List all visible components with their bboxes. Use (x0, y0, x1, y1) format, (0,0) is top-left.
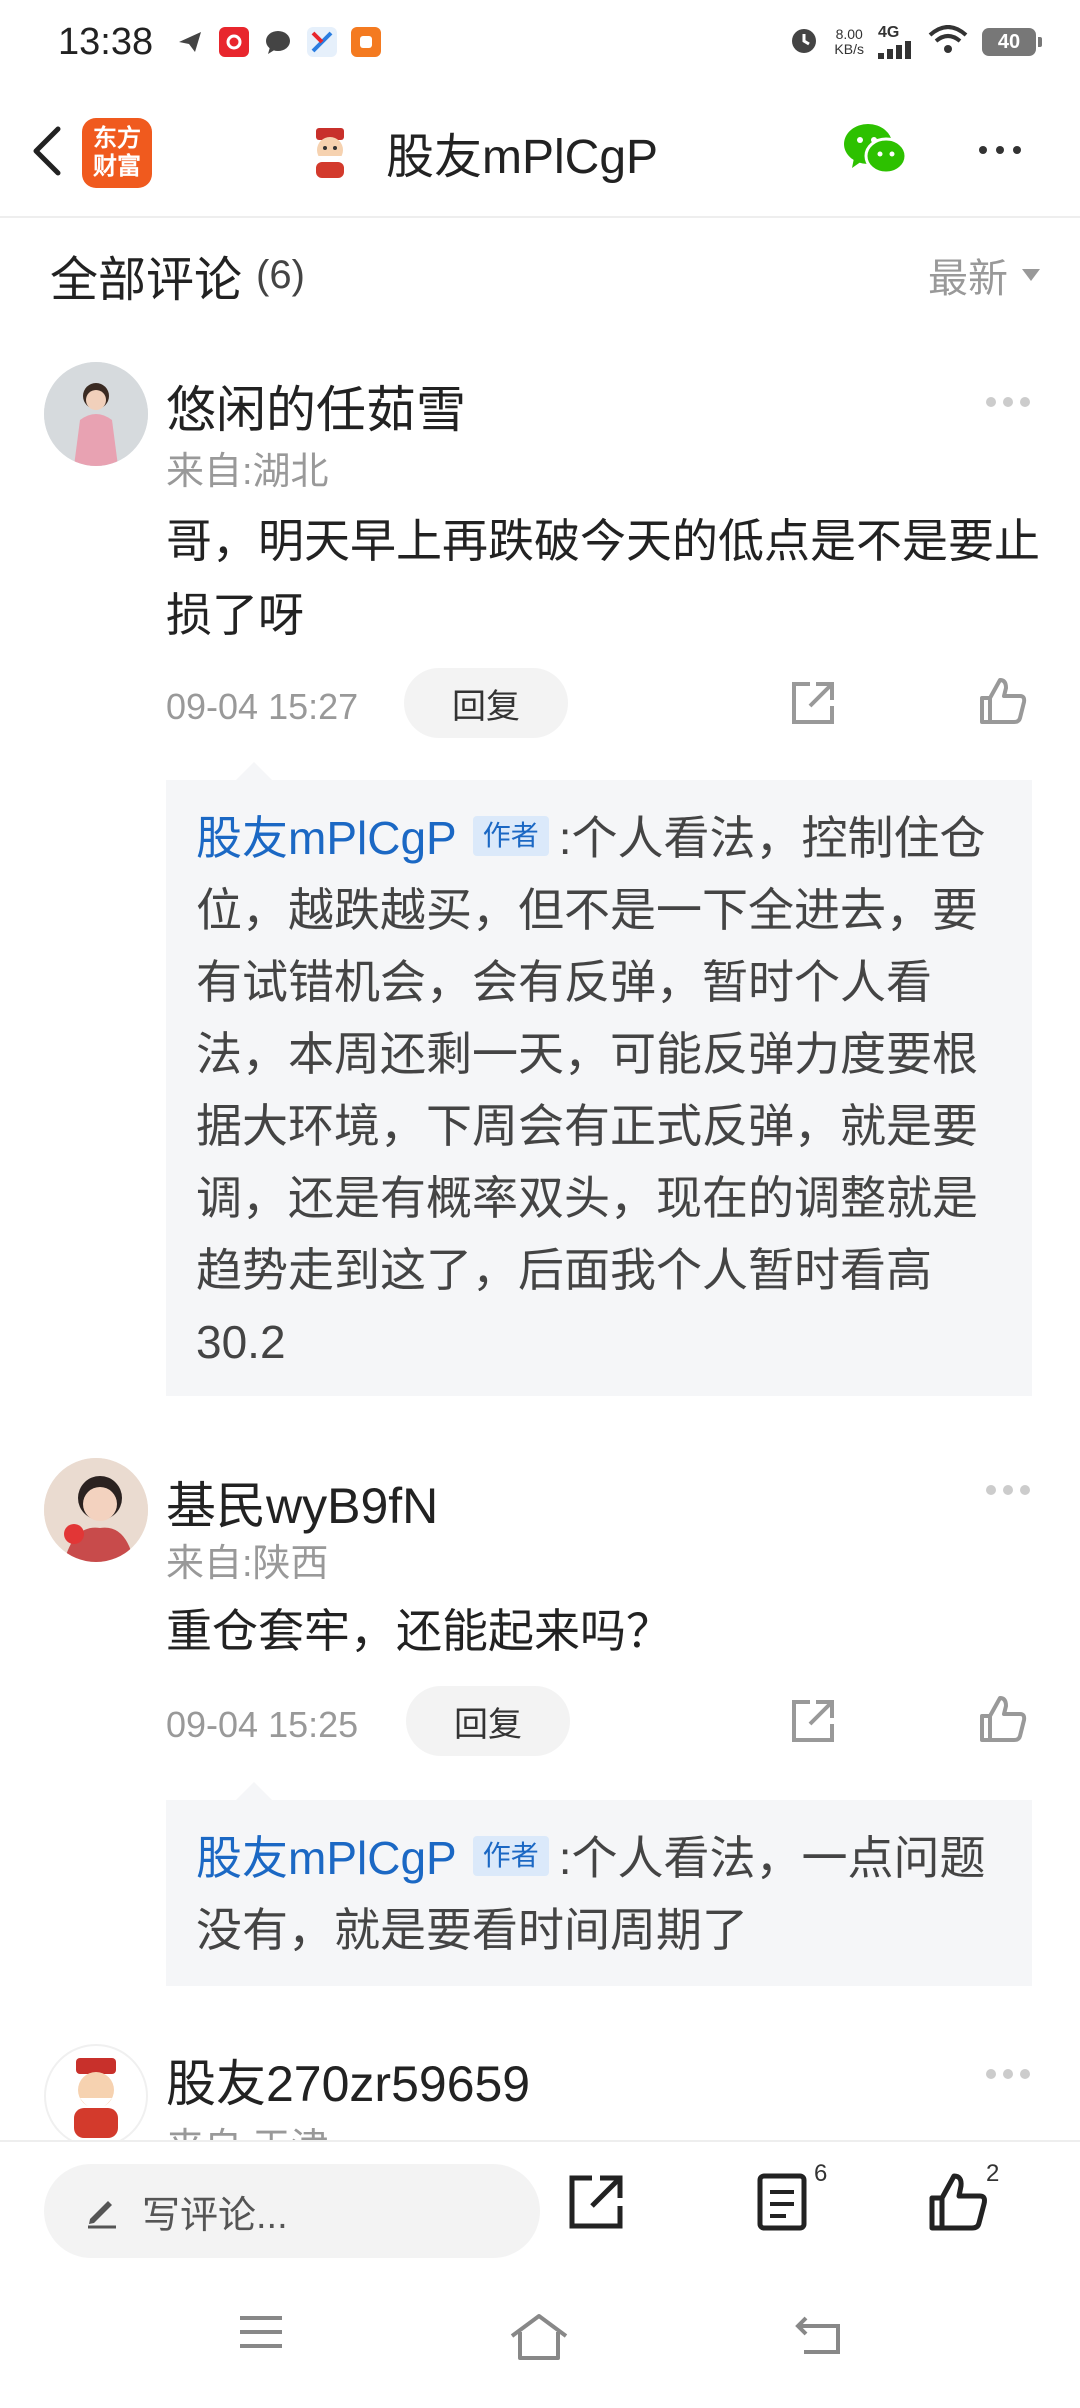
chat-bubble-icon (263, 27, 293, 57)
share-button[interactable] (788, 678, 838, 728)
commenter-location: 来自:湖北 (166, 451, 329, 493)
caret-down-icon (1022, 269, 1040, 281)
sort-dropdown[interactable]: 最新 (928, 246, 1040, 304)
thumbs-up-icon (980, 678, 1027, 724)
commenter-location: 来自:陕西 (166, 1543, 329, 1585)
status-time: 13:38 (58, 20, 154, 63)
menu-icon (240, 2316, 282, 2348)
menu-nav-button[interactable] (236, 2312, 306, 2372)
comment-item: 股友270zr59659 来自:天津 (0, 2044, 1080, 2140)
write-comment-input[interactable]: 写评论... (44, 2164, 540, 2258)
more-options-button[interactable] (970, 122, 1030, 178)
status-bar: 13:38 8.00 KB/s 4G 40 (0, 0, 1080, 84)
back-arrow-icon (795, 2316, 840, 2354)
share-icon (792, 682, 834, 724)
avatar[interactable] (44, 2044, 148, 2140)
commenter-name[interactable]: 基民wyB9fN (166, 1466, 438, 1538)
battery-indicator: 40 (982, 28, 1042, 56)
reply-author-name[interactable]: 股友mPlCgP (196, 812, 457, 864)
author-reply: 股友mPlCgP 作者:个人看法，控制住仓位，越跌越买，但不是一下全进去，要有试错… (166, 762, 1032, 1396)
comment-more-button[interactable] (986, 392, 1032, 412)
author-reply: 股友mPlCgP 作者:个人看法，一点问题没有，就是要看时间周期了 (166, 1782, 1032, 1986)
commenter-name[interactable]: 股友270zr59659 (166, 2044, 530, 2116)
send-icon (175, 27, 205, 57)
pencil-icon (88, 2201, 116, 2229)
thumbs-up-icon (980, 1696, 1027, 1742)
comment-time: 09-04 15:27 (166, 686, 359, 727)
avatar[interactable] (44, 362, 148, 466)
share-button[interactable] (566, 2172, 636, 2242)
home-nav-button[interactable] (508, 2312, 578, 2372)
reply-button[interactable]: 回复 (404, 668, 568, 738)
wifi-icon (928, 24, 968, 60)
app-header: 东方 财富 股友mPlCgP (0, 84, 1080, 218)
comments-header: 全部评论 (6) 最新 (50, 240, 1040, 310)
back-nav-button[interactable] (792, 2312, 862, 2372)
commenter-name[interactable]: 悠闲的任茹雪 (166, 370, 466, 442)
cell-signal: 4G (878, 25, 914, 59)
comments-count: (6) (256, 252, 305, 297)
thumbs-up-icon (929, 2173, 987, 2231)
network-speed: 8.00 KB/s (834, 27, 864, 57)
write-comment-placeholder: 写评论... (142, 2194, 288, 2237)
bottom-action-bar: 写评论... 6 2 (0, 2140, 1080, 2280)
reply-text: :个人看法，控制住仓位，越跌越买，但不是一下全进去，要有试错机会，会有反弹，暂时… (196, 812, 986, 1368)
reply-button[interactable]: 回复 (406, 1686, 570, 1756)
alarm-icon (788, 24, 820, 61)
back-button[interactable] (22, 116, 72, 186)
like-button[interactable] (978, 676, 1028, 726)
comment-list-icon (757, 2173, 807, 2231)
sort-label: 最新 (928, 257, 1008, 301)
comments-count-badge: 6 (814, 2160, 828, 2187)
comment-time: 09-04 15:25 (166, 1704, 359, 1745)
app-blue-icon (307, 27, 338, 57)
share-icon (569, 2175, 623, 2229)
header-title-group: 股友mPlCgP (300, 114, 658, 190)
share-icon (792, 1700, 834, 1742)
status-notification-icons (175, 27, 382, 57)
app-red-icon (219, 27, 250, 57)
author-tag: 作者 (472, 815, 549, 856)
likes-count-badge: 2 (986, 2160, 1000, 2187)
signal-icon (878, 41, 911, 59)
net-speed-value: 8.00 (835, 26, 863, 42)
wechat-icon (844, 124, 908, 175)
like-button[interactable] (978, 1694, 1028, 1744)
author-avatar (300, 122, 360, 182)
net-speed-unit: KB/s (834, 41, 864, 57)
avatar[interactable] (44, 1458, 148, 1562)
comment-more-button[interactable] (986, 2064, 1032, 2084)
author-tag: 作者 (472, 1835, 549, 1876)
status-system-icons: 8.00 KB/s 4G 40 (788, 24, 1042, 61)
chevron-left-icon (33, 126, 61, 176)
app-logo[interactable]: 东方 财富 (82, 118, 152, 188)
share-button[interactable] (788, 1696, 838, 1746)
comment-text: 重仓套牢，还能起来吗？ (166, 1605, 672, 1657)
wechat-share-button[interactable] (842, 120, 908, 180)
app-orange-icon (351, 27, 382, 57)
comment-more-button[interactable] (986, 1480, 1032, 1500)
commenter-location: 来自:天津 (166, 2116, 329, 2140)
page-title: 股友mPlCgP (386, 131, 659, 184)
comment-text: 哥，明天早上再跌破今天的低点是不是要止损了呀 (166, 515, 1040, 641)
network-type: 4G (878, 24, 900, 41)
reply-author-name[interactable]: 股友mPlCgP (196, 1832, 457, 1884)
home-icon (510, 2314, 568, 2360)
comments-title: 全部评论 (50, 254, 243, 307)
system-nav-bar (0, 2280, 1080, 2408)
